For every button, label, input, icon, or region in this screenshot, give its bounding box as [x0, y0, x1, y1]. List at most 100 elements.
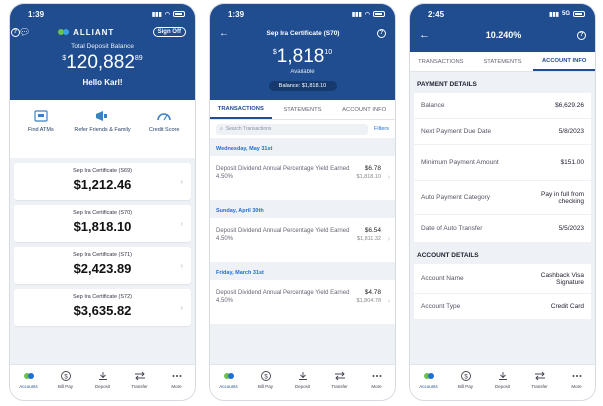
wifi-icon: ◠ — [364, 11, 370, 18]
tab-deposit[interactable]: Deposit — [488, 371, 518, 400]
tab-bill-pay[interactable]: $ Bill Pay — [451, 371, 481, 400]
tab-transactions[interactable]: TRANSACTIONS — [210, 100, 272, 119]
tab-transfer[interactable]: Transfer — [125, 371, 155, 400]
detail-value: $151.00 — [560, 159, 585, 166]
help-icon[interactable]: ? — [10, 27, 20, 37]
transaction-amount: $6.54 — [364, 227, 381, 234]
help-icon[interactable]: ? — [577, 30, 586, 40]
greeting: Hello Karl! — [82, 78, 123, 87]
chat-icon[interactable]: 💬︎ — [19, 27, 30, 38]
quick-action-credit-score[interactable]: Credit Score — [135, 109, 193, 133]
detail-label: Next Payment Due Date — [421, 128, 492, 135]
account-card[interactable]: Sep Ira Certificate (S71) $2,423.89 › — [14, 247, 191, 284]
detail-label: Account Type — [421, 303, 461, 310]
date-header: Wednesday, May 31st — [216, 146, 273, 152]
signal-icon: ▮▮▮ — [351, 11, 362, 18]
tab-label: Accounts — [219, 384, 238, 389]
detail-value: $6,629.26 — [555, 102, 584, 109]
transaction-balance: $1,804.78 — [356, 298, 381, 304]
tab-bill-pay[interactable]: $ Bill Pay — [251, 371, 281, 400]
quick-action-find-atms[interactable]: Find ATMs — [12, 109, 70, 133]
detail-value: Cashback Visa Signature — [540, 271, 584, 286]
tab-accounts[interactable]: Accounts — [214, 371, 244, 400]
tab-transactions[interactable]: TRANSACTIONS — [410, 52, 472, 71]
account-card[interactable]: Sep Ira Certificate (S72) $3,635.82 › — [14, 289, 191, 326]
transaction-row[interactable]: Deposit Dividend Annual Percentage Yield… — [210, 280, 395, 324]
tab-more[interactable]: More — [162, 371, 192, 400]
status-bar: 1:39 ▮▮▮ ◠ — [210, 4, 395, 24]
account-card[interactable]: Sep Ira Certificate (S70) $1,818.10 › — [14, 205, 191, 242]
available-amount: $1,81810 — [210, 46, 395, 68]
search-input[interactable]: ⌕ Search Transactions — [216, 123, 369, 135]
tab-label: Transfer — [131, 384, 148, 389]
tab-accounts[interactable]: Accounts — [14, 371, 44, 400]
tab-more[interactable]: More — [362, 371, 392, 400]
tab-statements[interactable]: STATEMENTS — [272, 100, 334, 119]
tab-accounts[interactable]: Accounts — [414, 371, 444, 400]
transaction-row[interactable]: Deposit Dividend Annual Percentage Yield… — [210, 218, 395, 262]
header: 2:45 ▮▮▮ 5G ← 10.240% ? — [410, 4, 595, 52]
tab-statements[interactable]: STATEMENTS — [472, 52, 534, 71]
available-amount-cents: 10 — [324, 49, 333, 56]
tab-account-info[interactable]: ACCOUNT INFO — [333, 100, 395, 119]
detail-row: Account Name Cashback Visa Signature — [414, 264, 591, 294]
section-header: PAYMENT DETAILS — [417, 81, 477, 88]
account-amount: $1,818.10 — [73, 219, 132, 234]
tab-label: Transfer — [331, 384, 348, 389]
tab-deposit[interactable]: Deposit — [288, 371, 318, 400]
back-arrow-icon[interactable]: ← — [419, 29, 430, 41]
quick-action-label: Credit Score — [148, 127, 180, 133]
phone-account-info-screen: 2:45 ▮▮▮ 5G ← 10.240% ? TRANSACTIONS STA… — [410, 4, 595, 400]
account-card[interactable]: Sep Ira Certificate (S69) $1,212.46 › — [14, 163, 191, 200]
tab-label: Deposit — [294, 384, 311, 389]
date-header: Sunday, April 30th — [216, 208, 264, 214]
status-time: 1:39 — [228, 9, 245, 19]
filters-button[interactable]: Filters — [374, 126, 389, 132]
search-icon: ⌕ — [220, 126, 223, 132]
transaction-row[interactable]: Deposit Dividend Annual Percentage Yield… — [210, 156, 395, 200]
tab-label: Bill Pay — [457, 384, 473, 389]
tab-more[interactable]: More — [562, 371, 592, 400]
tab-transfer[interactable]: Transfer — [525, 371, 555, 400]
date-header: Friday, March 31st — [216, 270, 264, 276]
total-balance-cents: 89 — [134, 55, 143, 62]
detail-value: 5/5/2023 — [558, 225, 584, 232]
chevron-right-icon: › — [387, 298, 390, 305]
status-bar: 2:45 ▮▮▮ 5G — [410, 4, 595, 24]
tab-label: More — [371, 384, 382, 389]
transfer-icon — [134, 371, 146, 381]
alliant-logo: ALLIANT — [58, 28, 114, 37]
account-amount: $3,635.82 — [73, 303, 132, 318]
search-bar: ⌕ Search Transactions Filters — [210, 120, 395, 138]
status-time: 2:45 — [428, 9, 445, 19]
tab-bill-pay[interactable]: $ Bill Pay — [51, 371, 81, 400]
transaction-description: Deposit Dividend Annual Percentage Yield… — [216, 228, 350, 242]
section-header: ACCOUNT DETAILS — [417, 252, 479, 259]
tab-label: More — [571, 384, 582, 389]
quick-action-label: Find ATMs — [27, 127, 54, 133]
quick-action-refer[interactable]: Refer Friends & Family — [73, 109, 131, 133]
detail-value: 5/8/2023 — [558, 128, 584, 135]
balance-pill: Balance: $1,818.10 — [268, 81, 337, 91]
tab-deposit[interactable]: Deposit — [88, 371, 118, 400]
detail-row: Auto Payment Category Pay in full from ch… — [414, 181, 591, 215]
tab-label: Deposit — [494, 384, 511, 389]
signal-icon: ▮▮▮ — [549, 11, 559, 18]
tab-account-info[interactable]: ACCOUNT INFO — [533, 52, 595, 71]
account-amount: $2,423.89 — [73, 261, 132, 276]
transaction-description: Deposit Dividend Annual Percentage Yield… — [216, 166, 350, 180]
account-amount: $1,212.46 — [73, 177, 132, 192]
transaction-amount: $4.78 — [364, 289, 381, 296]
status-icons: ▮▮▮ ◠ — [152, 11, 185, 18]
sign-off-button[interactable]: Sign Off — [152, 27, 186, 37]
detail-label: Auto Payment Category — [421, 194, 491, 201]
brand-name: ALLIANT — [73, 27, 115, 37]
svg-text:$: $ — [64, 375, 68, 381]
transaction-amount: $6.78 — [364, 165, 381, 172]
battery-icon — [373, 11, 385, 17]
deposit-icon — [97, 371, 109, 381]
account-tabs: TRANSACTIONS STATEMENTS ACCOUNT INFO — [410, 52, 595, 72]
tab-transfer[interactable]: Transfer — [325, 371, 355, 400]
help-icon[interactable]: ? — [376, 28, 386, 38]
back-arrow-icon[interactable]: ← — [219, 28, 229, 39]
